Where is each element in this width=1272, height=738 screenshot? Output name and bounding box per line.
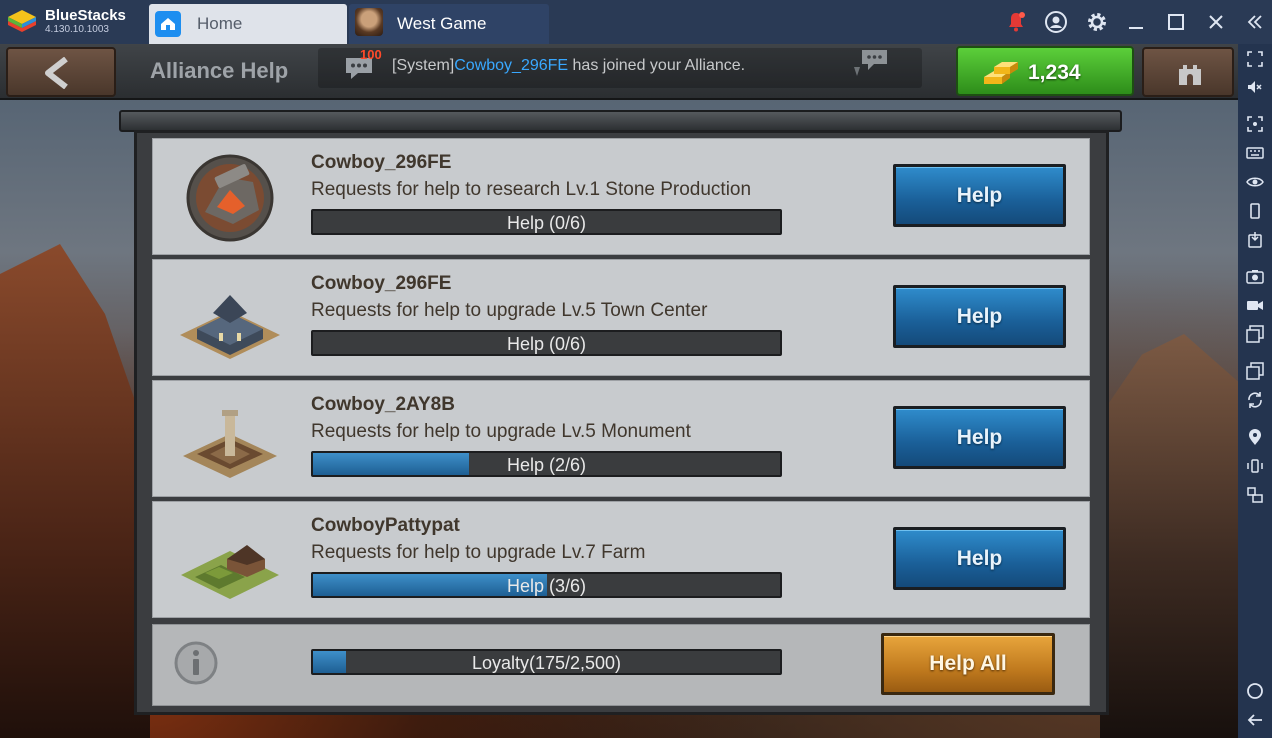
portrait-rotate-icon[interactable] xyxy=(1246,202,1264,220)
loyalty-progress-text: Loyalty(175/2,500) xyxy=(471,653,622,673)
maximize-icon[interactable] xyxy=(1164,10,1188,34)
west-game-icon xyxy=(355,8,383,36)
back-arrow-icon xyxy=(45,57,68,89)
screenshot-camera-icon[interactable] xyxy=(1246,267,1264,285)
lock-cursor-icon[interactable] xyxy=(1246,115,1264,133)
loyalty-progress-bar: Loyalty(175/2,500) xyxy=(311,649,782,675)
request-description: Requests for help to upgrade Lv.5 Monume… xyxy=(311,421,691,442)
bluestacks-sidebar xyxy=(1238,44,1272,738)
help-button-label: Help xyxy=(956,547,1003,570)
background-canyon-right xyxy=(1100,334,1238,738)
gold-amount: 1,234 xyxy=(1028,61,1081,84)
loyalty-footer: Loyalty(175/2,500) Help All xyxy=(152,624,1090,706)
gold-balance-button[interactable]: 1,234 xyxy=(956,46,1134,96)
help-button[interactable]: Help xyxy=(893,164,1066,227)
help-button-label: Help xyxy=(956,184,1003,207)
help-button[interactable]: Help xyxy=(893,406,1066,469)
bluestacks-titlebar: BlueStacks 4.130.10.1003 Home West Game xyxy=(0,0,1272,44)
help-all-button[interactable]: Help All xyxy=(881,633,1055,695)
chat-expand-icon[interactable] xyxy=(852,47,890,77)
notification-bell-icon[interactable] xyxy=(1004,10,1028,34)
request-username: CowboyPattypat xyxy=(311,515,460,536)
bluestacks-logo-icon xyxy=(8,10,36,32)
chat-player-name: Cowboy_296FE xyxy=(454,57,569,74)
close-icon[interactable] xyxy=(1204,10,1228,34)
media-folder-icon[interactable] xyxy=(1246,325,1264,343)
request-description: Requests for help to upgrade Lv.7 Farm xyxy=(311,542,646,563)
install-apk-icon[interactable] xyxy=(1246,231,1264,249)
back-button[interactable] xyxy=(6,47,116,97)
multi-instance-icon[interactable] xyxy=(1246,362,1264,380)
farm-icon xyxy=(181,545,279,599)
stone-production-icon xyxy=(186,154,274,242)
background-canyon-left xyxy=(0,244,150,738)
collapse-sidebar-icon[interactable] xyxy=(1242,10,1266,34)
fullscreen-icon[interactable] xyxy=(1246,50,1264,68)
request-progress-text: Help (0/6) xyxy=(506,213,587,233)
request-username: Cowboy_296FE xyxy=(311,273,452,294)
request-description: Requests for help to research Lv.1 Stone… xyxy=(311,179,752,200)
home-circle-icon[interactable] xyxy=(1246,682,1264,700)
location-icon[interactable] xyxy=(1246,428,1264,446)
app-name: BlueStacks xyxy=(45,7,126,24)
request-progress-bar: Help (3/6) xyxy=(311,572,782,598)
game-viewport: Alliance Help 100 [System]Cowboy_296FE h… xyxy=(0,44,1238,738)
help-button-label: Help xyxy=(956,426,1003,449)
page-title: Alliance Help xyxy=(150,58,289,83)
chat-unread-count: 100 xyxy=(360,47,382,62)
request-description: Requests for help to upgrade Lv.5 Town C… xyxy=(311,300,708,321)
panel-top-frame xyxy=(119,110,1122,132)
shake-icon[interactable] xyxy=(1246,457,1264,475)
keyboard-controls-icon[interactable] xyxy=(1246,144,1264,162)
more-icon[interactable] xyxy=(1246,486,1264,504)
tab-home[interactable]: Home xyxy=(149,4,347,44)
help-request-row: Cowboy_2AY8B Requests for help to upgrad… xyxy=(152,380,1090,497)
account-icon[interactable] xyxy=(1044,10,1068,34)
castle-icon xyxy=(1179,65,1201,85)
game-header: Alliance Help 100 [System]Cowboy_296FE h… xyxy=(0,44,1238,100)
request-progress-bar: Help (0/6) xyxy=(311,330,782,356)
help-button-label: Help xyxy=(956,305,1003,328)
sync-icon[interactable] xyxy=(1246,391,1264,409)
request-username: Cowboy_296FE xyxy=(311,152,452,173)
volume-mute-icon[interactable] xyxy=(1246,78,1264,96)
tab-west-game-label: West Game xyxy=(397,14,487,33)
help-request-row: Cowboy_296FE Requests for help to upgrad… xyxy=(152,259,1090,376)
gold-bars-icon xyxy=(984,62,1018,84)
tab-home-label: Home xyxy=(197,14,243,33)
request-progress-bar: Help (2/6) xyxy=(311,451,782,477)
help-button[interactable]: Help xyxy=(893,527,1066,590)
request-progress-text: Help (2/6) xyxy=(506,455,587,475)
help-request-row: CowboyPattypat Requests for help to upgr… xyxy=(152,501,1090,618)
record-video-icon[interactable] xyxy=(1246,296,1264,314)
help-button[interactable]: Help xyxy=(893,285,1066,348)
chat-text: has joined your Alliance. xyxy=(568,57,746,74)
chat-prefix: [System] xyxy=(392,57,455,74)
help-request-row: Cowboy_296FE Requests for help to resear… xyxy=(152,138,1090,255)
info-icon[interactable] xyxy=(173,640,219,686)
home-icon xyxy=(155,11,181,37)
back-arrow-icon[interactable] xyxy=(1246,711,1264,729)
app-version: 4.130.10.1003 xyxy=(45,24,109,35)
help-all-label: Help All xyxy=(929,652,1007,675)
tab-west-game[interactable]: West Game xyxy=(349,4,549,44)
town-center-icon xyxy=(180,295,280,359)
alliance-castle-button[interactable] xyxy=(1142,47,1234,97)
monument-icon xyxy=(183,410,277,478)
request-username: Cowboy_2AY8B xyxy=(311,394,455,415)
settings-gear-icon[interactable] xyxy=(1085,10,1109,34)
eye-icon[interactable] xyxy=(1246,173,1264,191)
request-progress-text: Help (3/6) xyxy=(506,576,587,596)
minimize-icon[interactable] xyxy=(1124,10,1148,34)
request-progress-text: Help (0/6) xyxy=(506,334,587,354)
chat-latest-message[interactable]: [System]Cowboy_296FE has joined your All… xyxy=(392,57,745,75)
request-progress-bar: Help (0/6) xyxy=(311,209,782,235)
